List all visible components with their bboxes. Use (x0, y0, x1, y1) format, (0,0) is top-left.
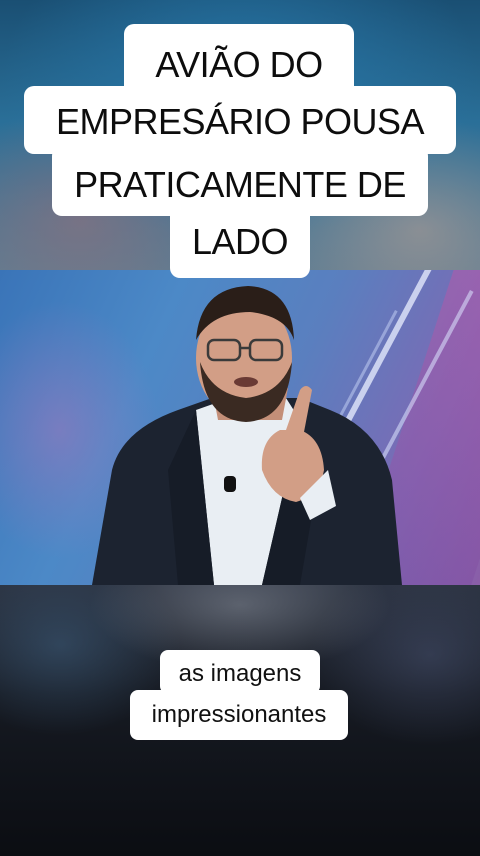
video-screen[interactable]: AVIÃO DO EMPRESÁRIO POUSA PRATICAMENTE D… (0, 0, 480, 856)
subtitle-line-2: impressionantes (130, 690, 348, 740)
video-frame[interactable] (0, 270, 480, 585)
headline-line-2: EMPRESÁRIO POUSA (24, 86, 456, 154)
subtitle-line-1: as imagens (160, 650, 320, 694)
headline-line-4: LADO (170, 206, 310, 278)
presenter-image (92, 286, 402, 585)
